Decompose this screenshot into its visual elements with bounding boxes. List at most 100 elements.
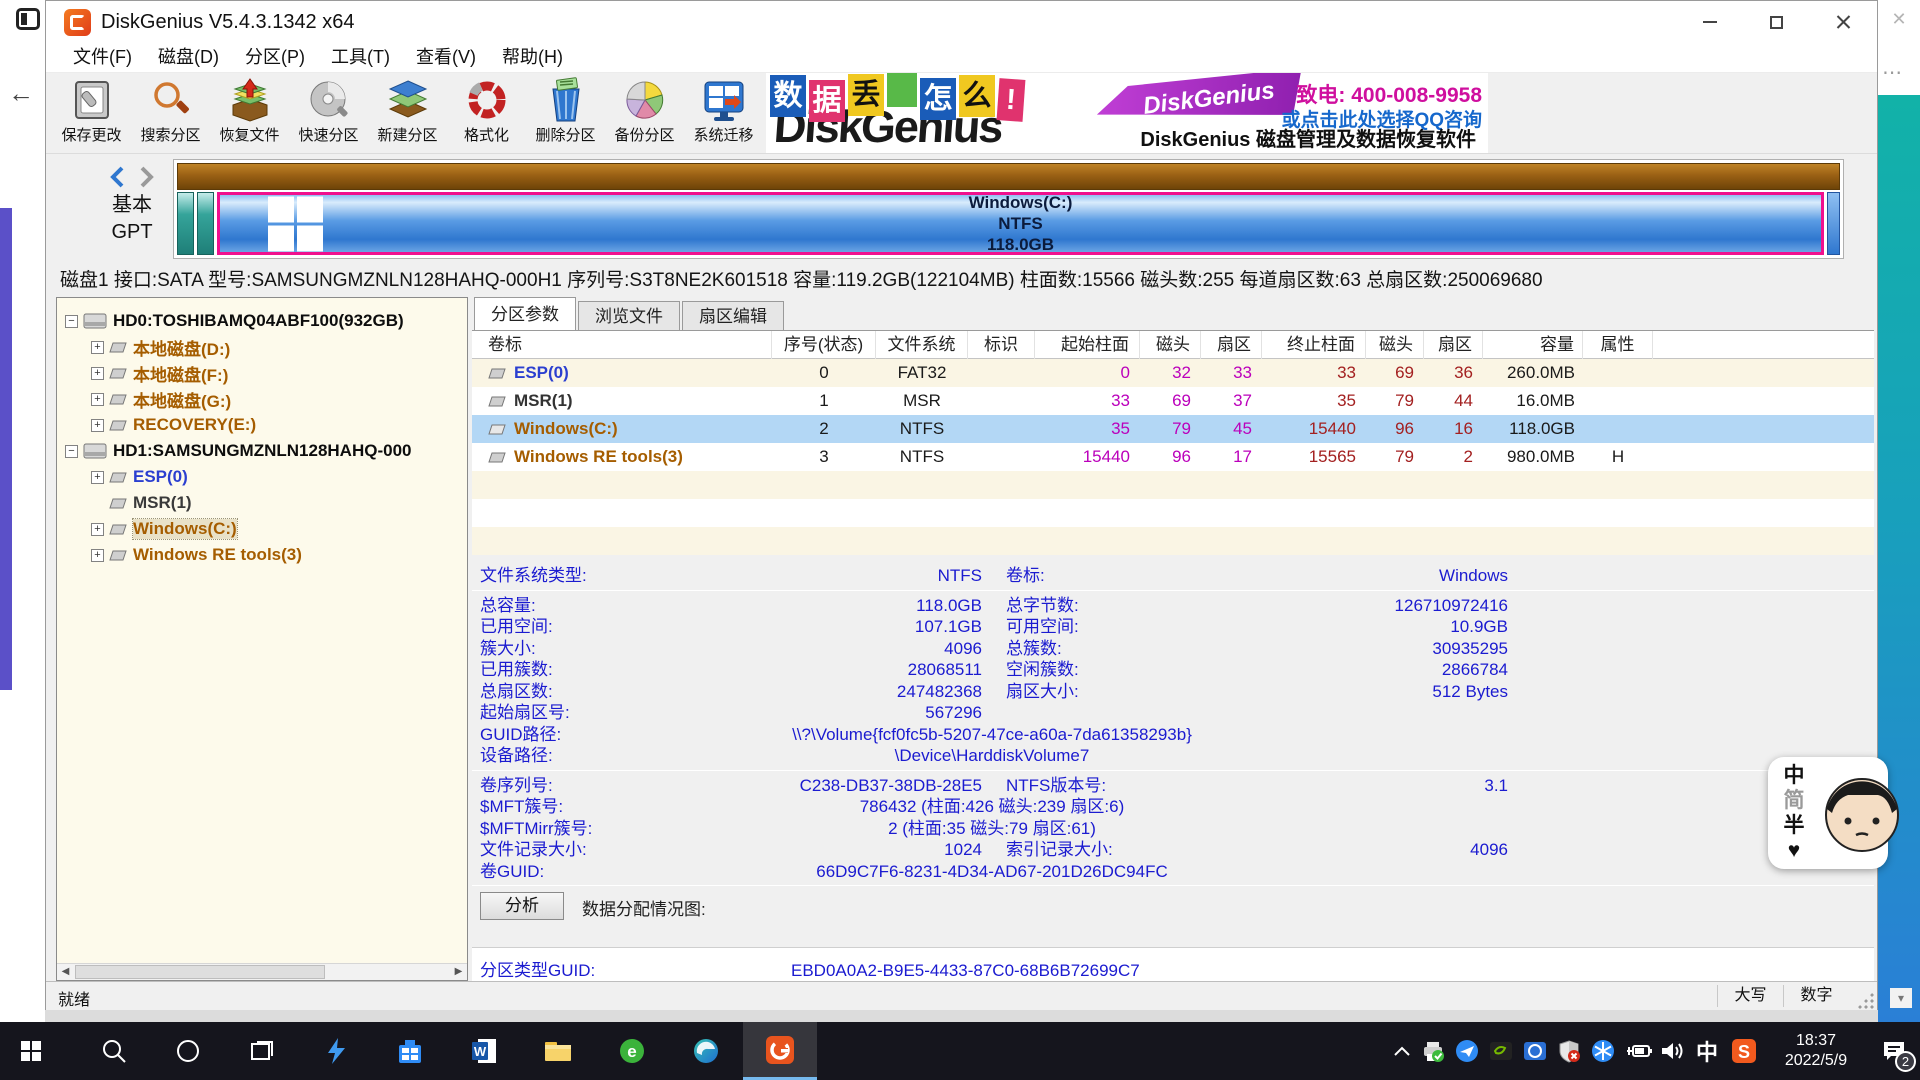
tray-printer[interactable] xyxy=(1416,1022,1450,1080)
detail-value: \\?\Volume{fcf0fc5b-5207-47ce-a60a-7da61… xyxy=(642,724,1342,745)
expand-icon[interactable]: + xyxy=(91,471,104,484)
detail-value: 10.9GB xyxy=(1172,616,1508,637)
tray-expand-chevron[interactable] xyxy=(1388,1022,1416,1080)
taskbar-app-zap[interactable] xyxy=(299,1022,373,1080)
detail-label: $MFT簇号: xyxy=(480,796,563,817)
format-button[interactable]: 格式化 xyxy=(447,73,526,152)
tab-sector-edit[interactable]: 扇区编辑 xyxy=(682,301,784,330)
taskbar-clock[interactable]: 18:37 2022/5/9 xyxy=(1764,1031,1868,1071)
expand-icon[interactable]: + xyxy=(91,523,104,536)
minimize-button[interactable] xyxy=(1676,1,1743,43)
tray-intel[interactable] xyxy=(1518,1022,1552,1080)
scrollbar-thumb[interactable] xyxy=(75,965,325,979)
expand-icon[interactable]: + xyxy=(91,367,104,380)
taskbar-app-360browser[interactable]: e xyxy=(595,1022,669,1080)
chevron-up-icon xyxy=(1394,1046,1410,1056)
task-view-button[interactable] xyxy=(225,1022,299,1080)
taskbar-app-word[interactable]: W xyxy=(447,1022,521,1080)
windows-c-partition-block[interactable]: Windows(C:) NTFS 118.0GB xyxy=(217,192,1824,255)
collapse-icon[interactable]: − xyxy=(65,315,78,328)
partition-icon xyxy=(488,452,506,463)
prev-disk-arrow-icon[interactable] xyxy=(108,166,128,188)
esp-partition-block[interactable] xyxy=(177,192,194,255)
quick-partition-button[interactable]: 快速分区 xyxy=(289,73,368,152)
tree-item-esp[interactable]: + ESP(0) xyxy=(57,464,467,490)
table-row-windows-c-selected[interactable]: Windows(C:) 2 NTFS 35 79 45 15440 96 16 … xyxy=(472,415,1874,443)
close-button[interactable] xyxy=(1810,1,1877,43)
system-tray: 中 S 18:37 2022/5/9 2 xyxy=(1388,1022,1920,1080)
tray-nvidia[interactable] xyxy=(1484,1022,1518,1080)
menu-view[interactable]: 查看(V) xyxy=(403,43,489,72)
disk-header-strip[interactable] xyxy=(177,163,1840,190)
backup-partition-button[interactable]: 备份分区 xyxy=(605,73,684,152)
tray-bird-app[interactable] xyxy=(1450,1022,1484,1080)
detail-label: 卷标: xyxy=(1006,565,1045,586)
recover-files-button[interactable]: 恢复文件 xyxy=(210,73,289,152)
new-partition-button[interactable]: 新建分区 xyxy=(368,73,447,152)
menu-file[interactable]: 文件(F) xyxy=(60,43,145,72)
expand-icon[interactable]: + xyxy=(91,419,104,432)
tray-volume[interactable] xyxy=(1656,1022,1690,1080)
allocation-map-label: 数据分配情况图: xyxy=(582,895,706,920)
system-migration-button[interactable]: 系统迁移 xyxy=(684,73,763,152)
tree-horizontal-scrollbar[interactable]: ◀ ▶ xyxy=(57,963,467,980)
msr-partition-block[interactable] xyxy=(197,192,214,255)
tree-item-windows-re[interactable]: + Windows RE tools(3) xyxy=(57,542,467,568)
ime-sticker-card[interactable]: 中 简 半 ♥ xyxy=(1768,757,1888,869)
taskbar-app-explorer[interactable] xyxy=(521,1022,595,1080)
detail-value: 247482368 xyxy=(642,681,982,702)
scroll-right-button[interactable]: ▶ xyxy=(450,964,467,980)
tree-item-local-f[interactable]: + 本地磁盘(F:) xyxy=(57,360,467,386)
taskbar-app-edge[interactable] xyxy=(669,1022,743,1080)
maximize-button[interactable] xyxy=(1743,1,1810,43)
menu-tools[interactable]: 工具(T) xyxy=(318,43,403,72)
analyze-button[interactable]: 分析 xyxy=(480,892,564,920)
winre-partition-block[interactable] xyxy=(1827,192,1840,255)
tree-item-recovery-e[interactable]: + RECOVERY(E:) xyxy=(57,412,467,438)
detail-label: NTFS版本号: xyxy=(1006,775,1106,796)
save-changes-button[interactable]: 保存更改 xyxy=(52,73,131,152)
expand-icon[interactable]: + xyxy=(91,549,104,562)
menu-disk[interactable]: 磁盘(D) xyxy=(145,43,232,72)
taskbar-app-diskgenius-active[interactable] xyxy=(743,1022,817,1080)
partition-icon xyxy=(488,396,506,407)
tray-snowflake-app[interactable] xyxy=(1586,1022,1620,1080)
title-bar: DiskGenius V5.4.3.1342 x64 xyxy=(46,1,1877,43)
status-capslock: 大写 xyxy=(1717,985,1783,1007)
tree-item-msr[interactable]: MSR(1) xyxy=(57,490,467,516)
promo-banner[interactable]: 数 据 丢 怎 么 ! DiskGenius DiskGenius 致电: 40… xyxy=(766,73,1488,153)
notification-center-button[interactable]: 2 xyxy=(1868,1022,1920,1080)
tree-item-local-d[interactable]: + 本地磁盘(D:) xyxy=(57,334,467,360)
taskbar-app-store[interactable] xyxy=(373,1022,447,1080)
tab-browse-files[interactable]: 浏览文件 xyxy=(578,301,680,330)
tray-sogou[interactable]: S xyxy=(1724,1022,1764,1080)
scroll-left-button[interactable]: ◀ xyxy=(57,964,74,980)
table-row-windows-re[interactable]: Windows RE tools(3) 3 NTFS 15440 96 17 1… xyxy=(472,443,1874,471)
detail-value: 30935295 xyxy=(1172,638,1508,659)
start-button[interactable] xyxy=(0,1022,62,1080)
collapse-icon[interactable]: − xyxy=(65,445,78,458)
tree-item-hd0[interactable]: − HD0:TOSHIBAMQ04ABF100(932GB) xyxy=(57,308,467,334)
next-disk-arrow-icon[interactable] xyxy=(136,166,156,188)
taskbar-cortana-button[interactable] xyxy=(151,1022,225,1080)
disk-info-line: 磁盘1 接口:SATA 型号:SAMSUNGMZNLN128HAHQ-000H1… xyxy=(46,264,1877,297)
tree-item-windows-c[interactable]: + Windows(C:) xyxy=(57,516,467,542)
tray-power[interactable] xyxy=(1620,1022,1656,1080)
expand-icon[interactable]: + xyxy=(91,341,104,354)
taskbar-search-button[interactable] xyxy=(77,1022,151,1080)
tray-ime-indicator[interactable]: 中 xyxy=(1690,1022,1724,1080)
tree-item-local-g[interactable]: + 本地磁盘(G:) xyxy=(57,386,467,412)
resize-grip[interactable] xyxy=(1855,990,1875,1010)
expand-icon[interactable]: + xyxy=(91,393,104,406)
table-row-esp[interactable]: ESP(0) 0 FAT32 0 32 33 33 69 36 260.0MB xyxy=(472,359,1874,387)
delete-partition-button[interactable]: 删除分区 xyxy=(526,73,605,152)
detail-label: 总容量: xyxy=(480,595,536,616)
search-partition-button[interactable]: 搜索分区 xyxy=(131,73,210,152)
tab-partition-params[interactable]: 分区参数 xyxy=(474,297,576,330)
table-row-msr[interactable]: MSR(1) 1 MSR 33 69 37 35 79 44 16.0MB xyxy=(472,387,1874,415)
menu-help[interactable]: 帮助(H) xyxy=(489,43,576,72)
tray-security-alert[interactable] xyxy=(1552,1022,1586,1080)
menu-partition[interactable]: 分区(P) xyxy=(232,43,318,72)
disk-icon xyxy=(83,313,107,329)
tree-item-hd1[interactable]: − HD1:SAMSUNGMZNLN128HAHQ-000 xyxy=(57,438,467,464)
